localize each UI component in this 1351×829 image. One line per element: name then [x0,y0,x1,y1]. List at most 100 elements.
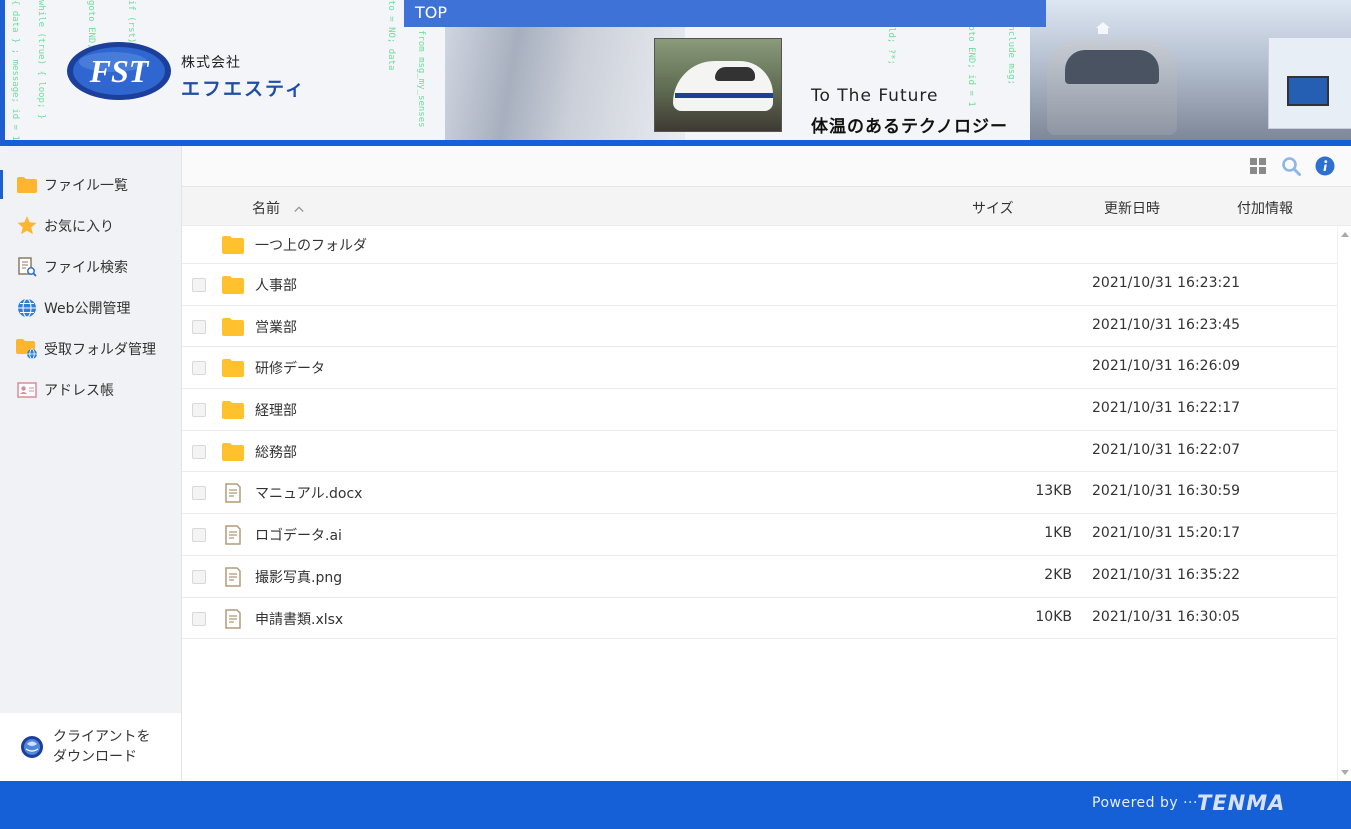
sidebar-item-inbox-folder[interactable]: 受取フォルダ管理 [0,328,181,369]
sidebar-item-file-list[interactable]: ファイル一覧 [0,164,181,205]
file-name[interactable]: 申請書類.xlsx [255,609,343,629]
sidebar-item-address-book[interactable]: アドレス帳 [0,369,181,410]
company-prefix: 株式会社 [181,55,241,71]
breadcrumb-top[interactable]: TOP [404,0,1046,27]
folder-icon [222,276,244,294]
parent-folder-label: 一つ上のフォルダ [255,238,367,254]
sidebar-item-label: お気に入り [44,218,114,235]
column-size-header[interactable]: サイズ [972,198,1014,218]
file-updated: 2021/10/31 16:23:21 [1092,275,1241,291]
breadcrumb-top-label: TOP [415,3,448,22]
table-row[interactable]: マニュアル.docx 13KB 2021/10/31 16:30:59 [182,472,1351,515]
code-pattern-decoration: to = NO; data [386,0,396,71]
sidebar-item-label: ファイル一覧 [44,177,128,194]
row-checkbox[interactable] [192,361,206,376]
file-updated: 2021/10/31 16:23:45 [1092,316,1241,333]
toolbar [182,146,1351,186]
sidebar-nav: ファイル一覧 お気に入り ファイル検索 Web公開管理 受取フォルダ管理 アドレ… [0,146,181,410]
table-row[interactable]: ロゴデータ.ai 1KB 2021/10/31 15:20:17 [182,514,1351,556]
row-checkbox[interactable] [192,486,206,501]
powered-by-label: Powered by ··· [1092,795,1198,811]
document-icon [225,567,241,587]
file-updated: 2021/10/31 15:20:17 [1092,525,1241,542]
file-name[interactable]: 経理部 [255,400,297,420]
sidebar-item-label: Web公開管理 [44,300,131,317]
column-updated-label: 更新日時 [1104,201,1160,217]
file-name[interactable]: 総務部 [255,442,297,462]
company-name: 株式会社 エフエスティ [181,52,306,101]
sidebar-item-favorites[interactable]: お気に入り [0,205,181,246]
column-updated-header[interactable]: 更新日時 [1104,198,1160,218]
file-size: 10KB [1035,608,1072,625]
parent-folder-row[interactable]: 一つ上のフォルダ [182,226,1351,264]
file-updated: 2021/10/31 16:30:05 [1092,608,1241,625]
code-pattern-decoration: { data } ; message; id = 1; [10,0,20,146]
search-icon[interactable] [1281,156,1301,176]
tagline: To The Future 体温のあるテクノロジー [811,86,1008,137]
download-label-line1: クライアントを [53,729,151,745]
sidebar-item-label: ファイル検索 [44,259,128,276]
address-book-icon [16,380,38,400]
file-size: 1KB [1044,525,1072,542]
file-name[interactable]: 撮影写真.png [255,567,342,587]
row-checkbox[interactable] [192,444,206,459]
row-checkbox[interactable] [192,611,206,626]
table-row[interactable]: 総務部 2021/10/31 16:22:07 [182,431,1351,473]
file-size: 2KB [1044,566,1072,583]
table-row[interactable]: 申請書類.xlsx 10KB 2021/10/31 16:30:05 [182,598,1351,640]
table-header: 名前 サイズ 更新日時 付加情報 [182,186,1351,226]
folder-icon [16,175,38,195]
scroll-up-arrow-icon[interactable] [1341,231,1349,237]
globe-icon [16,298,38,318]
sidebar: ファイル一覧 お気に入り ファイル検索 Web公開管理 受取フォルダ管理 アドレ… [0,146,182,781]
row-checkbox[interactable] [192,319,206,334]
vertical-scrollbar[interactable] [1337,226,1351,781]
download-client-button[interactable]: クライアントを ダウンロード [0,713,181,781]
document-icon [225,483,241,504]
folder-icon [222,401,244,420]
row-checkbox[interactable] [192,278,206,292]
table-row[interactable]: 経理部 2021/10/31 16:22:17 [182,389,1351,431]
row-checkbox[interactable] [192,528,206,543]
home-icon [1096,22,1110,34]
sidebar-item-web-publish[interactable]: Web公開管理 [0,287,181,328]
table-row[interactable]: 人事部 2021/10/31 16:23:21 [182,264,1351,306]
file-size: 13KB [1035,483,1072,500]
train-photo [654,38,782,132]
column-name-label: 名前 [252,201,280,217]
file-name[interactable]: ロゴデータ.ai [255,525,342,545]
grid-view-icon[interactable] [1248,156,1268,176]
file-list-panel: 名前 サイズ 更新日時 付加情報 一つ上のフォルダ 人事部 2021/10/31… [182,146,1351,781]
file-name[interactable]: 営業部 [255,317,297,337]
tagline-english: To The Future [811,86,939,106]
sidebar-item-file-search[interactable]: ファイル検索 [0,246,181,287]
footer: Powered by ··· TENMA [0,781,1351,829]
sidebar-item-label: アドレス帳 [44,382,114,399]
folder-icon [222,359,244,378]
folder-icon [222,236,244,254]
file-name[interactable]: マニュアル.docx [255,483,362,503]
table-row[interactable]: 撮影写真.png 2KB 2021/10/31 16:35:22 [182,556,1351,598]
file-updated: 2021/10/31 16:30:59 [1092,483,1241,500]
file-table-body: 一つ上のフォルダ 人事部 2021/10/31 16:23:21 営業部 202… [182,226,1351,640]
scroll-down-arrow-icon[interactable] [1341,770,1349,776]
header-banner: { data } ; message; id = 1; while (true)… [0,0,1351,146]
sort-ascending-icon [294,206,305,212]
row-checkbox[interactable] [192,569,206,584]
column-extra-header[interactable]: 付加情報 [1237,198,1293,218]
download-label-line2: ダウンロード [53,749,137,765]
file-name[interactable]: 人事部 [255,275,297,295]
info-icon[interactable] [1315,156,1335,176]
document-icon [225,608,241,629]
car-photo [1047,40,1177,135]
table-row[interactable]: 営業部 2021/10/31 16:23:45 [182,306,1351,348]
file-updated: 2021/10/31 16:22:07 [1092,441,1241,458]
table-row[interactable]: 研修データ 2021/10/31 16:26:09 [182,347,1351,390]
file-updated: 2021/10/31 16:35:22 [1092,566,1241,583]
company-title: エフエスティ [181,78,306,100]
column-name-header[interactable]: 名前 [252,198,305,218]
file-updated: 2021/10/31 16:22:17 [1092,400,1241,417]
file-name[interactable]: 研修データ [255,358,325,378]
row-checkbox[interactable] [192,403,206,418]
file-updated: 2021/10/31 16:26:09 [1092,358,1241,375]
